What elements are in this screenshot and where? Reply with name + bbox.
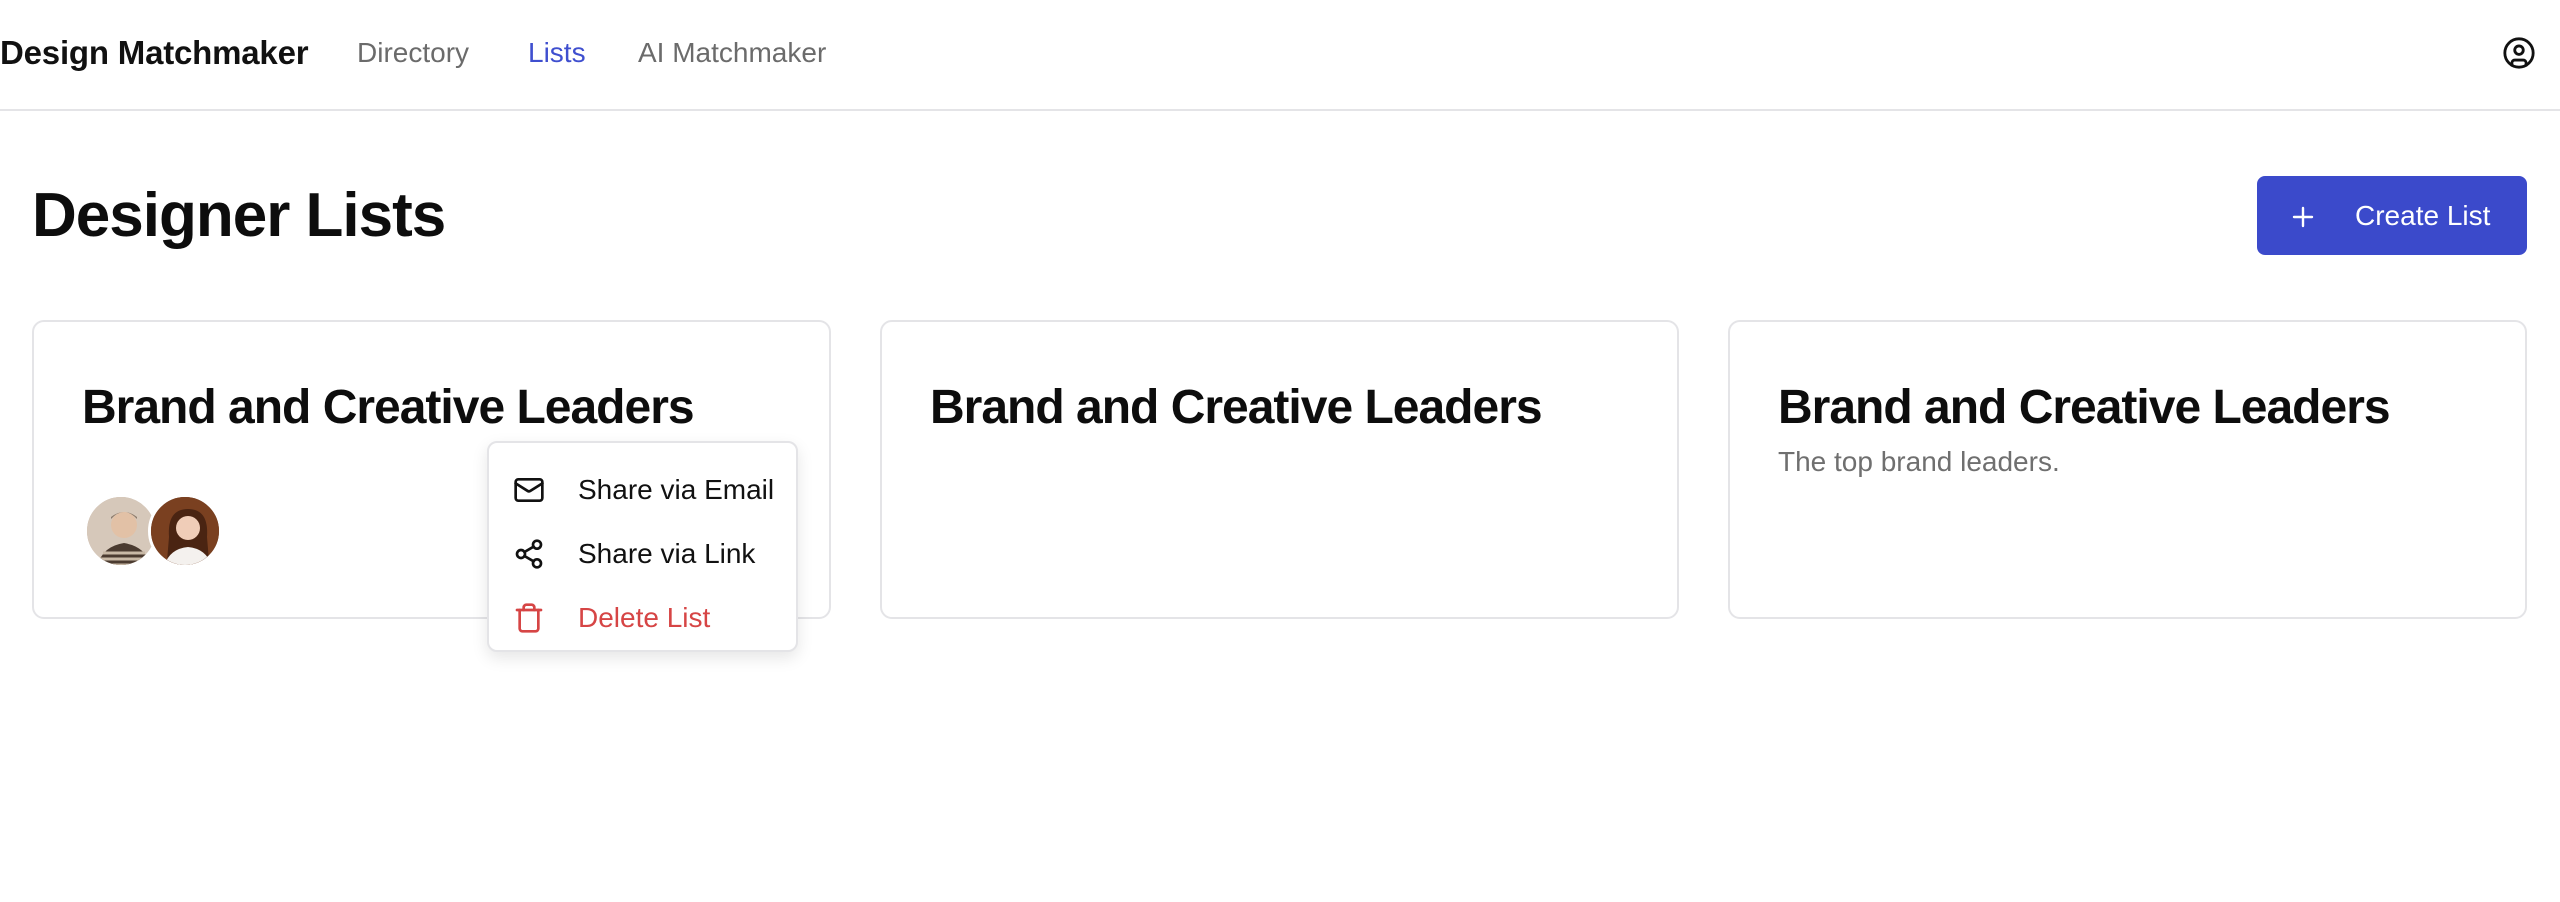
create-list-label: Create List (2355, 199, 2491, 231)
top-navigation: Design Matchmaker Directory Lists AI Mat… (0, 0, 2560, 111)
share-via-email-menu-item[interactable]: Share via Email (489, 462, 796, 518)
list-card-title: Brand and Creative Leaders (82, 381, 695, 434)
list-card[interactable]: Brand and Creative Leaders The top brand… (1728, 320, 2527, 619)
brand-logo-text[interactable]: Design Matchmaker (0, 34, 309, 72)
menu-item-label: Delete List (578, 602, 711, 633)
avatar (148, 494, 222, 568)
plus-icon (2291, 204, 2315, 228)
delete-list-menu-item[interactable]: Delete List (489, 590, 796, 646)
avatar (84, 494, 158, 568)
menu-item-label: Share via Link (578, 538, 756, 569)
list-card[interactable]: Brand and Creative Leaders (880, 320, 1679, 619)
trash-icon (513, 602, 545, 634)
create-list-button[interactable]: Create List (2257, 176, 2527, 255)
list-context-menu: Share via Email Share via Link Delete Li… (487, 441, 798, 652)
share-via-link-menu-item[interactable]: Share via Link (489, 526, 796, 582)
nav-link-directory[interactable]: Directory (357, 37, 469, 69)
menu-item-label: Share via Email (578, 474, 775, 505)
share-icon (513, 538, 545, 570)
list-card-description: The top brand leaders. (1778, 446, 2060, 477)
page-title: Designer Lists (32, 181, 446, 250)
nav-link-lists[interactable]: Lists (528, 37, 586, 69)
mail-icon (513, 474, 545, 506)
list-card-title: Brand and Creative Leaders (1778, 381, 2391, 434)
nav-link-ai-matchmaker[interactable]: AI Matchmaker (638, 37, 826, 69)
list-card-title: Brand and Creative Leaders (930, 381, 1543, 434)
user-circle-icon[interactable] (2502, 36, 2536, 70)
